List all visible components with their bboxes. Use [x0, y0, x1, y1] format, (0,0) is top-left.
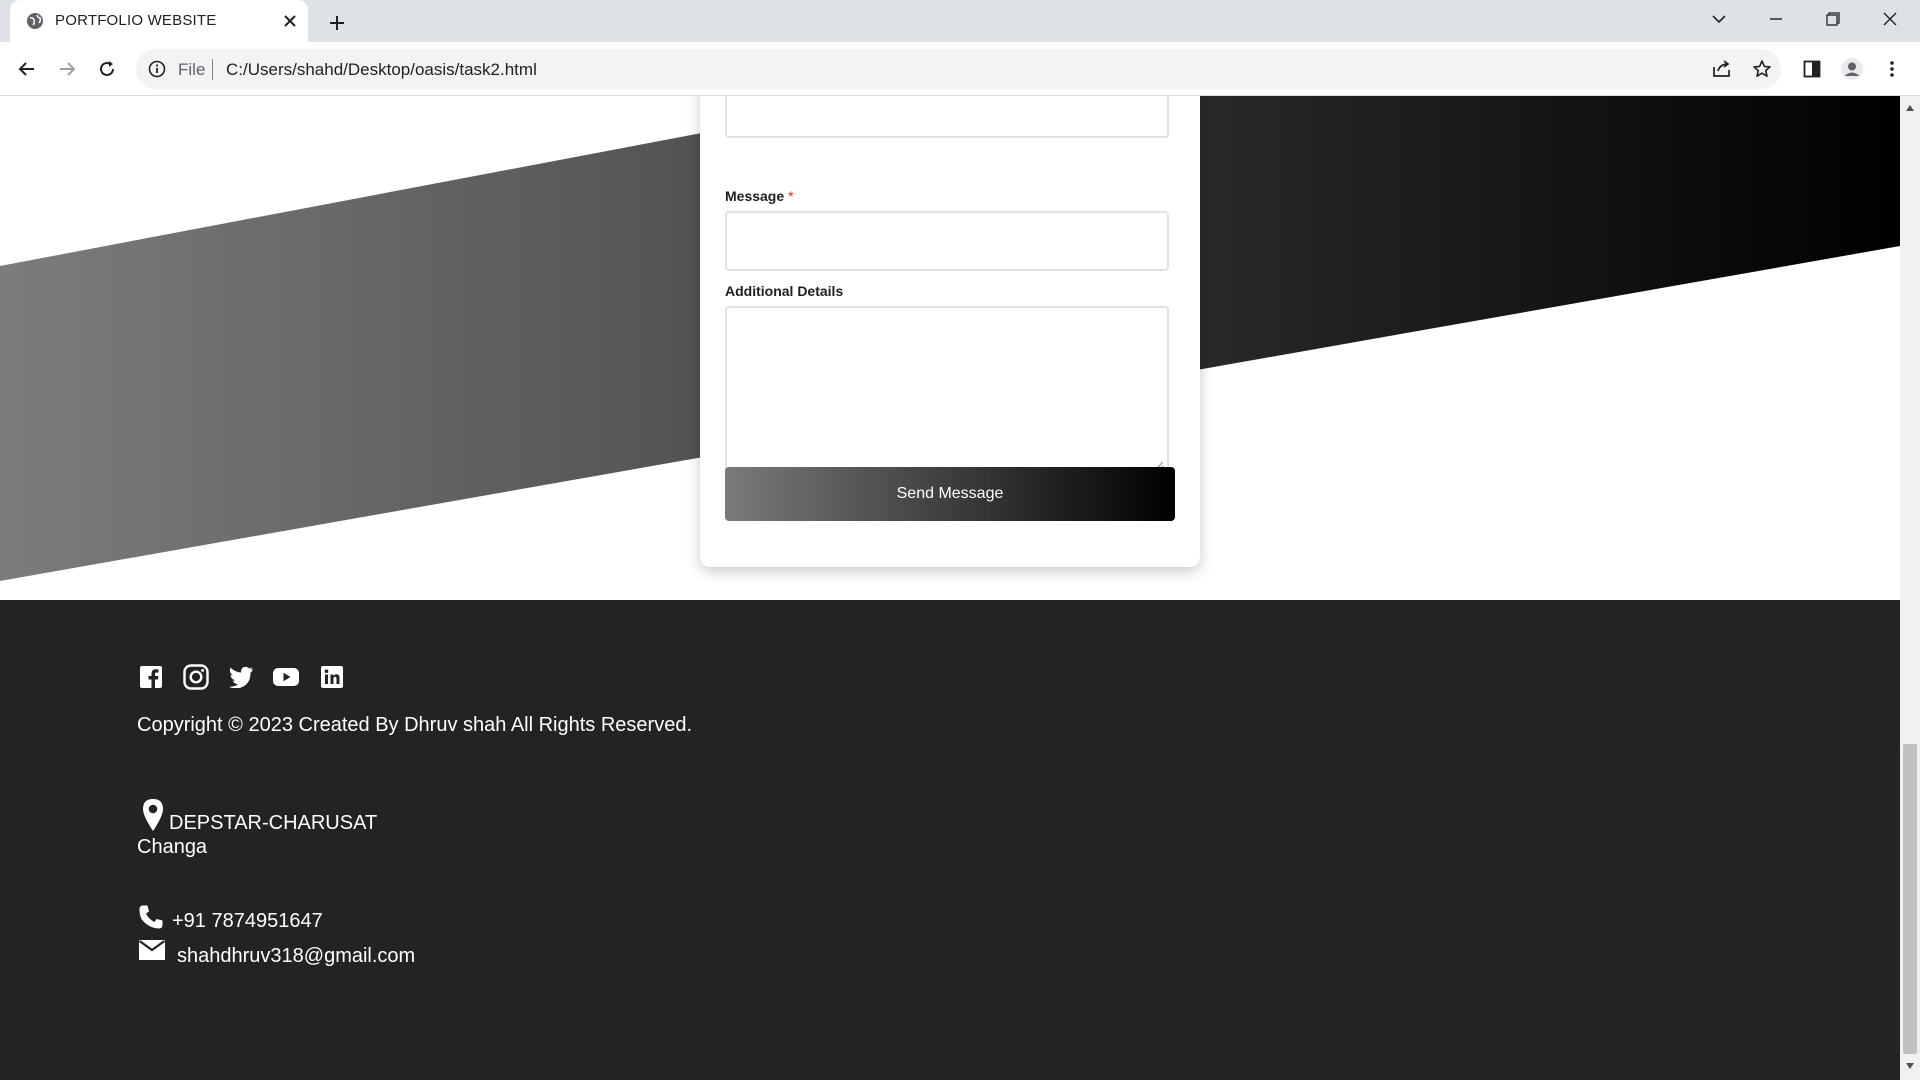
page-viewport: Message * Additional Details Send Message…	[0, 96, 1900, 1080]
address-line-1: DEPSTAR-CHARUSAT	[169, 812, 378, 834]
additional-details-textarea[interactable]	[725, 306, 1169, 472]
browser-tab[interactable]: PORTFOLIO WEBSITE	[10, 0, 308, 42]
site-footer: Copyright © 2023 Created By Dhruv shah A…	[0, 600, 1900, 1080]
tab-search-icon[interactable]	[1691, 0, 1747, 38]
close-icon[interactable]	[280, 11, 300, 31]
forward-arrow-icon[interactable]	[51, 53, 83, 85]
message-label: Message *	[725, 188, 794, 204]
phone-number[interactable]: +91 7874951647	[172, 910, 323, 933]
twitter-icon[interactable]	[227, 663, 255, 691]
info-icon[interactable]	[148, 60, 166, 78]
youtube-icon[interactable]	[272, 663, 300, 691]
divider	[212, 59, 213, 80]
additional-details-label: Additional Details	[725, 283, 844, 299]
window-close-icon[interactable]	[1862, 0, 1918, 38]
scroll-down-arrow-icon[interactable]	[1900, 1058, 1920, 1074]
scroll-up-arrow-icon[interactable]	[1900, 100, 1920, 116]
side-panel-icon[interactable]	[1796, 53, 1828, 85]
reload-icon[interactable]	[91, 53, 123, 85]
facebook-icon[interactable]	[137, 663, 165, 691]
linkedin-icon[interactable]	[318, 663, 346, 691]
tab-strip: PORTFOLIO WEBSITE	[0, 0, 1920, 42]
scheme-label: File	[178, 60, 206, 79]
page-scrollbar[interactable]	[1900, 96, 1920, 1080]
instagram-icon[interactable]	[182, 663, 210, 691]
tab-title: PORTFOLIO WEBSITE	[55, 12, 217, 29]
back-arrow-icon[interactable]	[11, 53, 43, 85]
mail-icon	[138, 938, 166, 962]
address-bar[interactable]: File C:/Users/shahd/Desktop/oasis/task2.…	[136, 49, 1781, 89]
phone-icon	[138, 904, 164, 930]
minimize-icon[interactable]	[1748, 0, 1804, 38]
previous-field-input[interactable]	[725, 96, 1169, 138]
resize-handle-icon[interactable]	[1154, 457, 1164, 470]
copyright-text: Copyright © 2023 Created By Dhruv shah A…	[137, 714, 693, 736]
url-text[interactable]: C:/Users/shahd/Desktop/oasis/task2.html	[226, 60, 537, 80]
restore-icon[interactable]	[1805, 0, 1861, 38]
globe-icon	[26, 12, 44, 30]
email-address[interactable]: shahdhruv318@gmail.com	[177, 945, 415, 968]
address-line-2: Changa	[137, 836, 208, 858]
star-icon[interactable]	[1746, 53, 1778, 85]
browser-toolbar: File C:/Users/shahd/Desktop/oasis/task2.…	[0, 42, 1920, 96]
scrollbar-thumb[interactable]	[1903, 744, 1917, 1054]
more-vert-icon[interactable]	[1876, 53, 1908, 85]
profile-icon[interactable]	[1836, 53, 1868, 85]
required-mark: *	[788, 188, 794, 204]
message-input[interactable]	[725, 211, 1169, 271]
contact-form-card: Message * Additional Details Send Message	[700, 96, 1200, 567]
location-pin-icon	[140, 798, 166, 832]
send-message-button[interactable]: Send Message	[725, 467, 1175, 521]
share-icon[interactable]	[1706, 53, 1738, 85]
plus-icon[interactable]	[323, 9, 351, 37]
